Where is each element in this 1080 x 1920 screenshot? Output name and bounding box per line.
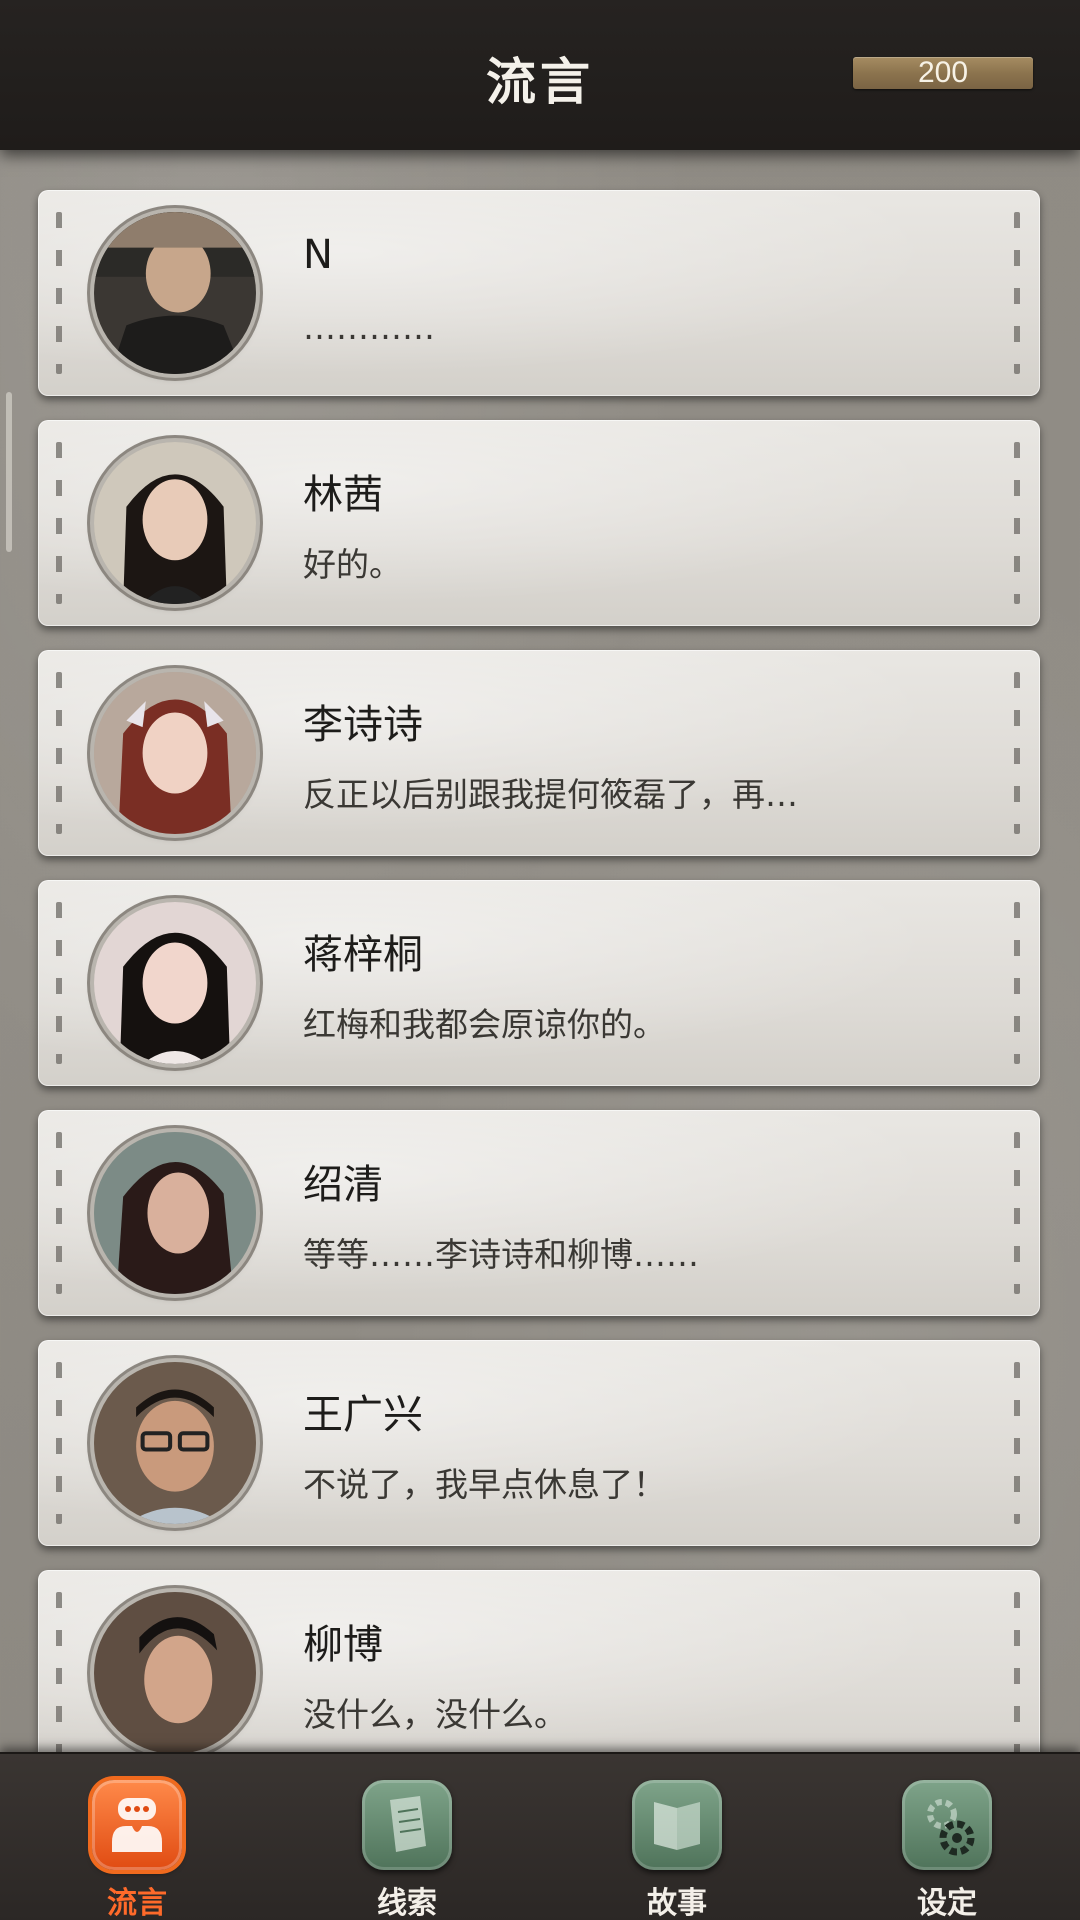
- gear-icon: [902, 1780, 992, 1870]
- perforation-right: [1014, 1362, 1020, 1524]
- perforation-right: [1014, 902, 1020, 1064]
- avatar: [94, 902, 256, 1064]
- contact-name: 李诗诗: [303, 702, 423, 748]
- contact-name: 绍清: [303, 1162, 383, 1208]
- contact-card-linxi[interactable]: 林茜 好的。: [38, 420, 1040, 626]
- contact-name: 林茜: [303, 472, 383, 518]
- perforation-right: [1014, 1592, 1020, 1752]
- tab-rumors[interactable]: 流言: [57, 1754, 217, 1920]
- last-message: 反正以后别跟我提何筱磊了，再…: [303, 775, 798, 814]
- contact-name: 柳博: [303, 1622, 383, 1668]
- scrollbar[interactable]: [6, 392, 12, 552]
- avatar-image: [94, 902, 256, 1064]
- avatar: [94, 442, 256, 604]
- contact-card-jiangzitong[interactable]: 蒋梓桐 红梅和我都会原谅你的。: [38, 880, 1040, 1086]
- perforation-left: [56, 212, 62, 374]
- tab-story[interactable]: 故事: [597, 1754, 757, 1920]
- perforation-left: [56, 902, 62, 1064]
- avatar-image: [94, 672, 256, 834]
- tab-settings[interactable]: 设定: [867, 1754, 1027, 1920]
- perforation-right: [1014, 212, 1020, 374]
- nav-label: 故事: [647, 1886, 707, 1920]
- avatar: [94, 1592, 256, 1752]
- avatar-image: [94, 1362, 256, 1524]
- nav-label: 设定: [917, 1886, 977, 1920]
- perforation-right: [1014, 1132, 1020, 1294]
- rumor-list[interactable]: N ………… 林茜 好的。 李诗诗 反正以后别跟我提何筱磊了，再… 蒋梓桐 红梅…: [0, 150, 1080, 1752]
- top-bar: 流言 200: [0, 0, 1080, 150]
- last-message: …………: [303, 308, 435, 347]
- contact-card-shaoqing[interactable]: 绍清 等等……李诗诗和柳博……: [38, 1110, 1040, 1316]
- last-message: 好的。: [303, 545, 402, 584]
- perforation-right: [1014, 442, 1020, 604]
- last-message: 红梅和我都会原谅你的。: [303, 1005, 666, 1044]
- perforation-left: [56, 1362, 62, 1524]
- perforation-left: [56, 1592, 62, 1752]
- avatar-image: [94, 442, 256, 604]
- contact-card-n[interactable]: N …………: [38, 190, 1040, 396]
- contact-card-liubo[interactable]: 柳博 没什么，没什么。: [38, 1570, 1040, 1752]
- avatar-image: [94, 1132, 256, 1294]
- coin-counter: 200: [853, 57, 1033, 89]
- avatar: [94, 212, 256, 374]
- perforation-right: [1014, 672, 1020, 834]
- avatar-image: [94, 212, 256, 374]
- avatar: [94, 1362, 256, 1524]
- contact-card-wangguangxing[interactable]: 王广兴 不说了，我早点休息了！: [38, 1340, 1040, 1546]
- last-message: 不说了，我早点休息了！: [303, 1465, 666, 1504]
- avatar: [94, 1132, 256, 1294]
- contact-card-lishishi[interactable]: 李诗诗 反正以后别跟我提何筱磊了，再…: [38, 650, 1040, 856]
- last-message: 没什么，没什么。: [303, 1695, 567, 1734]
- perforation-left: [56, 442, 62, 604]
- document-icon: [362, 1780, 452, 1870]
- tab-clues[interactable]: 线索: [327, 1754, 487, 1920]
- last-message: 等等……李诗诗和柳博……: [303, 1235, 699, 1274]
- perforation-left: [56, 672, 62, 834]
- book-icon: [632, 1780, 722, 1870]
- avatar: [94, 672, 256, 834]
- perforation-left: [56, 1132, 62, 1294]
- nav-label: 流言: [107, 1886, 167, 1920]
- contact-name: N: [303, 232, 333, 278]
- avatar-image: [94, 1592, 256, 1752]
- bottom-nav: 流言 线索 故事 设定: [0, 1752, 1080, 1920]
- nav-label: 线索: [377, 1886, 437, 1920]
- contact-name: 蒋梓桐: [303, 932, 423, 978]
- chat-icon: [92, 1780, 182, 1870]
- contact-name: 王广兴: [303, 1392, 423, 1438]
